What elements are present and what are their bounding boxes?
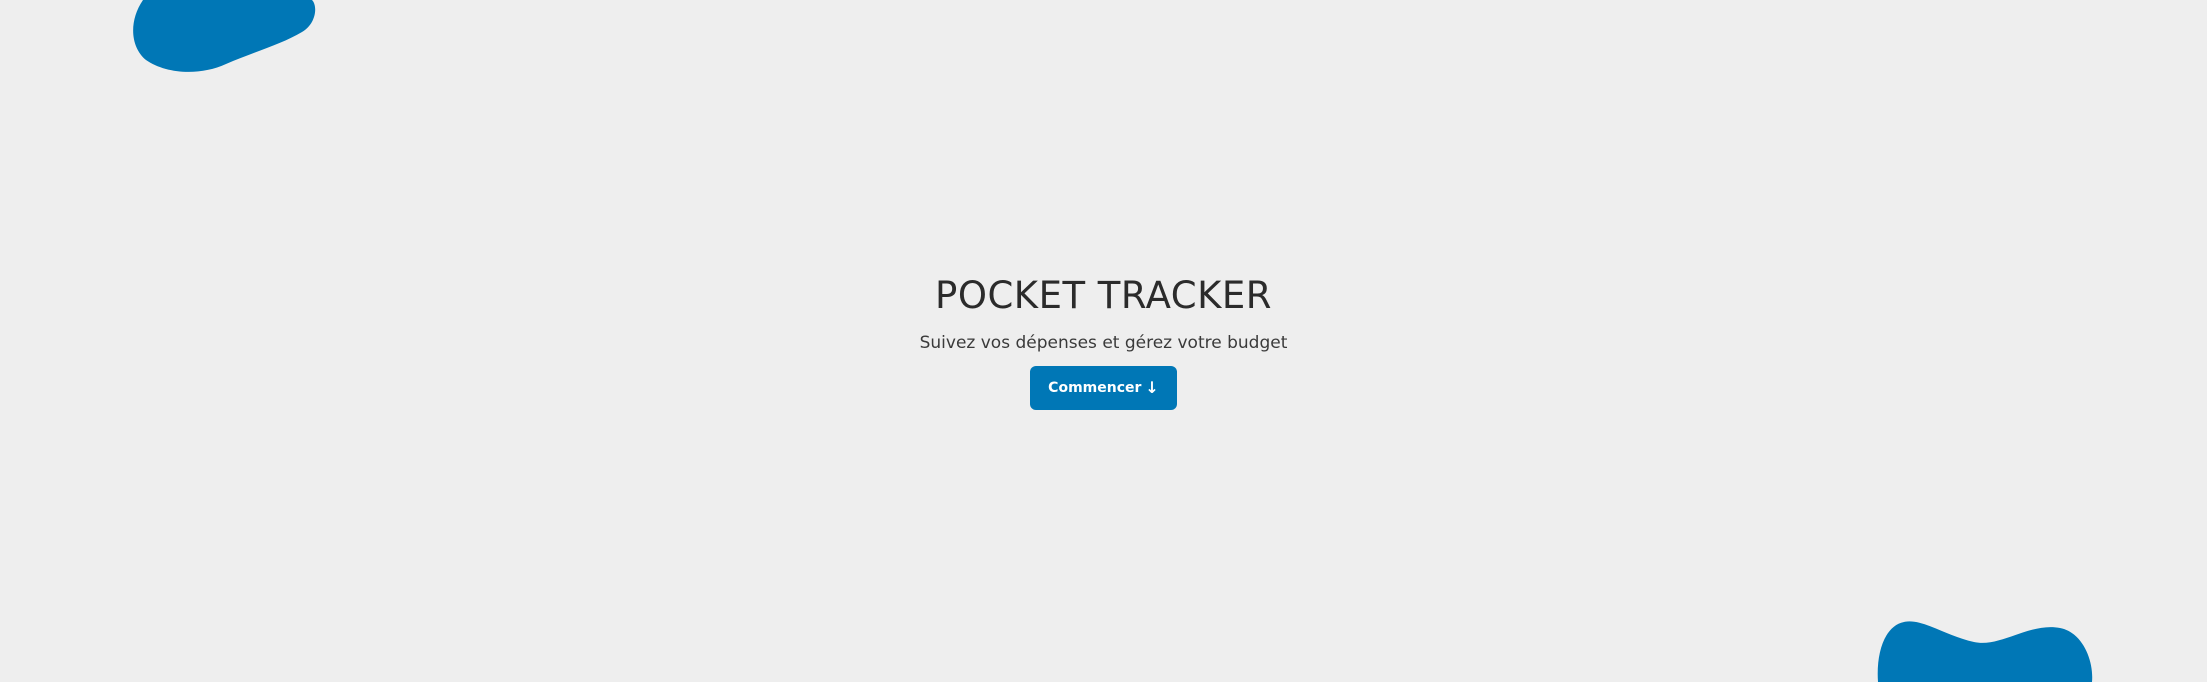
hero-section: POCKET TRACKER Suivez vos dépenses et gé… [0,272,2207,410]
page-title: POCKET TRACKER [935,274,1272,317]
page-subtitle: Suivez vos dépenses et gérez votre budge… [919,333,1288,353]
decorative-blob-bottom [1877,621,2093,682]
decorative-blob-top [133,0,316,72]
start-button-label: Commencer [1048,380,1142,396]
arrow-down-icon: ↓ [1145,378,1159,397]
start-button[interactable]: Commencer ↓ [1030,366,1177,410]
